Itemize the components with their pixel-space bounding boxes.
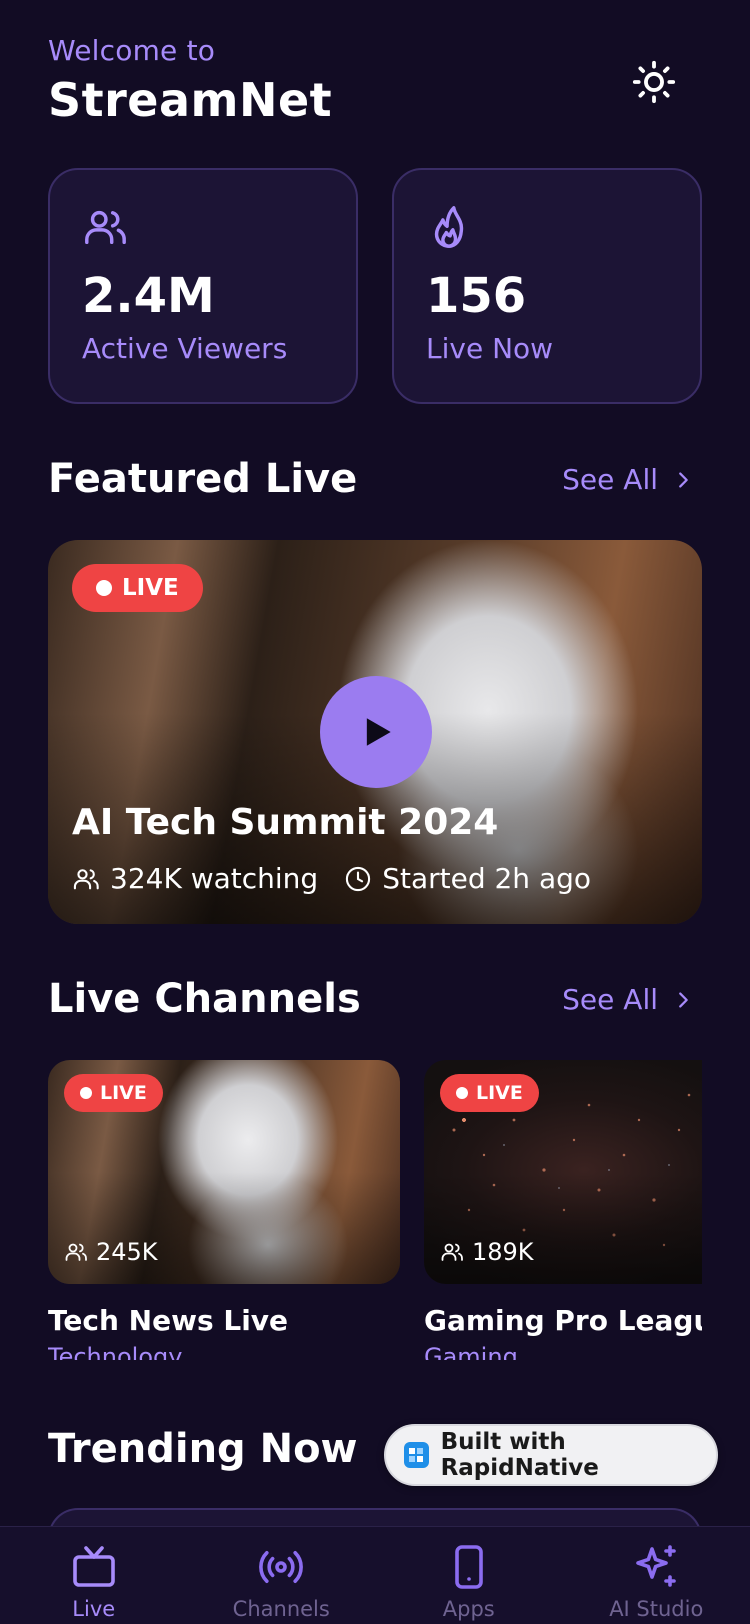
channel-category: Technology	[48, 1343, 183, 1360]
viewer-count-label: 245K	[96, 1238, 158, 1266]
users-icon	[65, 1243, 87, 1261]
chevron-right-icon	[679, 991, 688, 1008]
live-badge: LIVE	[72, 564, 203, 612]
play-button[interactable]	[320, 676, 432, 788]
clock-icon	[346, 866, 371, 891]
live-badge-label: LIVE	[100, 1082, 147, 1104]
stat-card-viewers: 2.4M Active Viewers	[48, 168, 358, 404]
app-title: StreamNet	[48, 73, 333, 127]
featured-section-title: Featured Live	[48, 456, 358, 502]
stat-label: Active Viewers	[82, 332, 288, 365]
see-all-label: See All	[562, 983, 658, 1016]
tab-label: Apps	[442, 1597, 495, 1621]
stats-row: 2.4M Active Viewers 156 Live Now	[48, 168, 702, 404]
bottom-tab-bar: Live Channels Apps AI Studio	[0, 1526, 750, 1624]
live-dot-icon	[96, 580, 112, 596]
viewer-count-label: 189K	[472, 1238, 534, 1266]
featured-title: AI Tech Summit 2024	[72, 802, 499, 843]
channel-thumbnail: LIVE 189K	[424, 1060, 702, 1284]
tab-live[interactable]: Live	[0, 1527, 188, 1624]
stat-card-live: 156 Live Now	[392, 168, 702, 404]
featured-meta: 324K watching Started 2h ago	[72, 862, 591, 895]
users-icon	[441, 1243, 463, 1261]
started-label: Started 2h ago	[382, 862, 592, 895]
live-badge-label: LIVE	[476, 1082, 523, 1104]
theme-toggle-button[interactable]	[630, 58, 678, 106]
tab-ai-studio[interactable]: AI Studio	[563, 1527, 750, 1624]
broadcast-icon	[259, 1551, 304, 1583]
channels-section-title: Live Channels	[48, 976, 361, 1022]
sparkles-icon	[636, 1545, 677, 1587]
live-badge: LIVE	[440, 1074, 539, 1112]
trending-section-title: Trending Now	[48, 1426, 358, 1472]
channel-card[interactable]: LIVE 189K Gaming Pro League Gaming	[424, 1060, 702, 1360]
chevron-right-icon	[679, 471, 688, 488]
live-badge: LIVE	[64, 1074, 163, 1112]
viewer-count: 245K	[64, 1238, 158, 1266]
welcome-text: Welcome to	[48, 34, 216, 67]
tv-icon	[72, 1546, 115, 1587]
flame-icon	[426, 204, 668, 250]
started-time: Started 2h ago	[344, 862, 591, 895]
tab-label: AI Studio	[609, 1597, 704, 1621]
live-dot-icon	[80, 1087, 92, 1099]
rapidnative-logo-icon	[404, 1442, 429, 1468]
play-icon	[366, 718, 391, 746]
stat-value: 2.4M	[82, 268, 215, 324]
built-with-label: Built with RapidNative	[440, 1429, 599, 1481]
stat-value: 156	[426, 268, 527, 324]
see-all-label: See All	[562, 463, 658, 496]
phone-icon	[454, 1545, 483, 1589]
channel-title: Gaming Pro League	[424, 1304, 702, 1337]
stat-label: Live Now	[426, 332, 554, 365]
users-icon	[73, 868, 99, 889]
viewer-count: 189K	[440, 1238, 534, 1266]
sun-icon	[632, 60, 676, 104]
live-dot-icon	[456, 1087, 468, 1099]
channel-category: Gaming	[424, 1343, 518, 1360]
tab-label: Live	[72, 1597, 116, 1621]
watching-label: 324K watching	[110, 862, 319, 895]
featured-live-card[interactable]: LIVE AI Tech Summit 2024 324K watching S…	[48, 540, 702, 924]
tab-apps[interactable]: Apps	[375, 1527, 563, 1624]
header: Welcome to StreamNet	[48, 34, 332, 127]
live-channels-carousel[interactable]: LIVE 245K Tech News Live Technology LIVE…	[48, 1060, 702, 1360]
channel-title: Tech News Live	[48, 1304, 289, 1337]
channels-see-all-link[interactable]: See All	[562, 983, 694, 1016]
watching-count: 324K watching	[72, 862, 318, 895]
users-icon	[82, 204, 324, 250]
tab-channels[interactable]: Channels	[188, 1527, 376, 1624]
live-badge-label: LIVE	[122, 575, 179, 601]
built-with-badge[interactable]: Built with RapidNative	[384, 1424, 718, 1486]
tab-label: Channels	[232, 1597, 330, 1621]
channel-thumbnail: LIVE 245K	[48, 1060, 400, 1284]
channel-card[interactable]: LIVE 245K Tech News Live Technology	[48, 1060, 400, 1360]
featured-see-all-link[interactable]: See All	[562, 463, 694, 496]
